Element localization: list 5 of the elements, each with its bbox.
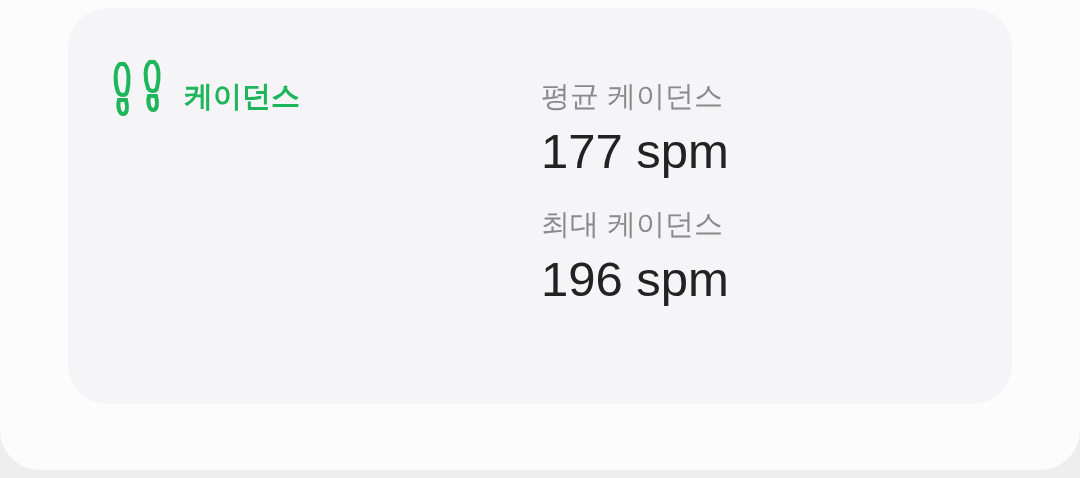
stat-value: 196 spm bbox=[541, 255, 729, 304]
stat-value: 177 spm bbox=[541, 127, 729, 176]
section-title: 케이던스 bbox=[184, 82, 300, 111]
stat-label: 최대 케이던스 bbox=[541, 210, 725, 239]
stat-label: 평균 케이던스 bbox=[541, 82, 725, 111]
